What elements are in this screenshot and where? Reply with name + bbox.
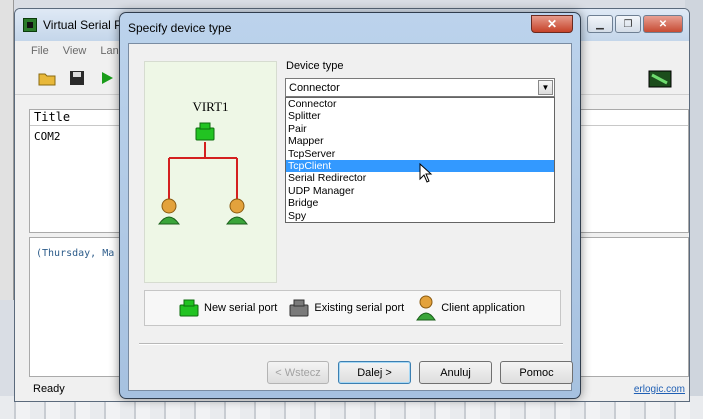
- new-serial-port-icon: [195, 122, 215, 141]
- app-title: Virtual Serial Po: [43, 18, 129, 32]
- back-button[interactable]: < Wstecz: [267, 361, 329, 384]
- option-tcpserver[interactable]: TcpServer: [286, 148, 554, 160]
- save-icon[interactable]: [67, 68, 87, 88]
- cancel-button[interactable]: Anuluj: [419, 361, 492, 384]
- dialog-title: Specify device type: [128, 21, 232, 35]
- help-button[interactable]: Pomoc: [500, 361, 573, 384]
- background-window-edge: [0, 0, 14, 300]
- legend-new-port: New serial port: [179, 299, 277, 317]
- maximize-button[interactable]: ❐: [615, 15, 641, 33]
- gray-port-icon: [289, 299, 309, 317]
- legend-existing-port-label: Existing serial port: [314, 302, 405, 314]
- dialog-close-button[interactable]: ✕: [531, 15, 573, 33]
- specify-device-dialog: Specify device type ✕ VIRT1 Device type …: [119, 12, 581, 399]
- website-link[interactable]: erlogic.com: [634, 384, 685, 395]
- app-icon: [23, 18, 37, 32]
- dialog-body: VIRT1 Device type Connector ▼ Connector …: [128, 43, 573, 391]
- option-spy[interactable]: Spy: [286, 210, 554, 222]
- device-type-dropdown: Connector Splitter Pair Mapper TcpServer…: [285, 97, 555, 223]
- option-mapper[interactable]: Mapper: [286, 135, 554, 147]
- button-separator: [139, 343, 563, 345]
- diagram-graphic: [158, 122, 248, 225]
- device-type-value: Connector: [289, 81, 340, 94]
- legend: New serial port Existing serial port Cli…: [144, 290, 561, 326]
- client-application-icon: [158, 198, 180, 225]
- app-close-button[interactable]: ✕: [643, 15, 683, 33]
- dialog-titlebar: Specify device type: [120, 13, 580, 43]
- legend-existing-port: Existing serial port: [289, 299, 404, 317]
- legend-new-port-label: New serial port: [204, 302, 278, 314]
- legend-client-app: Client application: [416, 295, 525, 321]
- play-icon[interactable]: [97, 68, 117, 88]
- menu-file[interactable]: File: [31, 45, 49, 57]
- legend-client-app-label: Client application: [441, 302, 526, 314]
- client-application-icon: [226, 198, 248, 225]
- device-diagram: VIRT1: [144, 61, 277, 283]
- option-pair[interactable]: Pair: [286, 123, 554, 135]
- option-splitter[interactable]: Splitter: [286, 110, 554, 122]
- client-person-icon: [416, 295, 437, 321]
- option-connector[interactable]: Connector: [286, 98, 554, 110]
- option-udp-manager[interactable]: UDP Manager: [286, 185, 554, 197]
- network-cable-icon[interactable]: [647, 67, 673, 91]
- device-type-select[interactable]: Connector ▼: [285, 78, 555, 97]
- window-controls: ▁ ❐ ✕: [587, 15, 683, 33]
- status-text: Ready: [33, 383, 65, 395]
- mouse-cursor-icon: [419, 163, 433, 183]
- green-port-icon: [179, 299, 199, 317]
- device-type-label: Device type: [286, 60, 344, 72]
- next-button[interactable]: Dalej >: [338, 361, 411, 384]
- minimize-button[interactable]: ▁: [587, 15, 613, 33]
- option-bridge[interactable]: Bridge: [286, 197, 554, 209]
- chevron-down-icon[interactable]: ▼: [538, 80, 553, 95]
- diagram-connector-lines: [168, 142, 238, 199]
- menu-language[interactable]: Lan: [100, 45, 118, 57]
- menu-view[interactable]: View: [63, 45, 87, 57]
- open-folder-icon[interactable]: [37, 68, 57, 88]
